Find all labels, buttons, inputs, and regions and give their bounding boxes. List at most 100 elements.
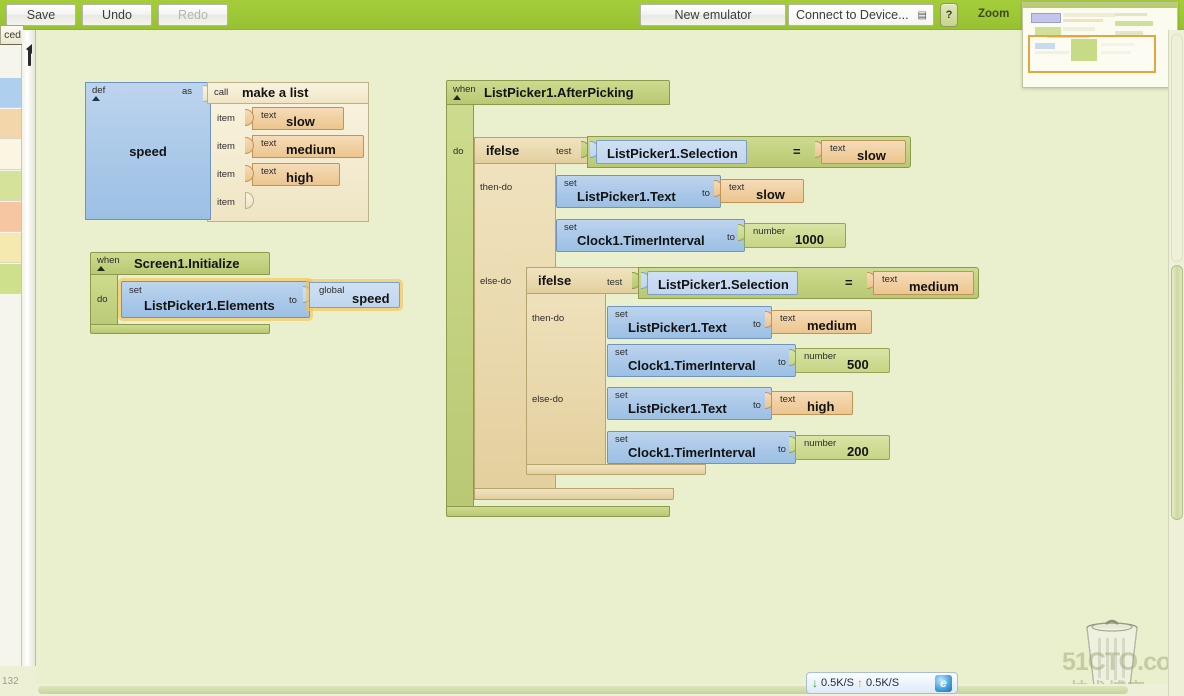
text-block-high-value[interactable]: text high (771, 391, 853, 415)
palette-swatch-1[interactable] (0, 109, 21, 139)
collapse-triangle-icon[interactable] (92, 96, 100, 101)
save-button[interactable]: Save (6, 4, 76, 26)
text-block-slow-value[interactable]: text slow (720, 179, 804, 203)
text-block-medium-value[interactable]: text medium (771, 310, 872, 334)
download-arrow-icon: ↓ (812, 676, 818, 690)
equals-operator: = (793, 144, 801, 159)
text-value: slow (857, 148, 886, 163)
then-do-label-inner: then-do (532, 313, 565, 324)
vertical-scrollbar[interactable] (1168, 30, 1184, 696)
setter-clock-timerinterval-200[interactable]: set Clock1.TimerInterval to (607, 431, 796, 464)
text-type-label: text (780, 313, 796, 324)
horizontal-scrollbar[interactable] (36, 684, 1168, 696)
global-label: global (319, 285, 345, 296)
vertical-scrollbar-track[interactable] (1171, 34, 1183, 262)
block-def-speed[interactable]: def as speed call make a list item text … (85, 82, 370, 222)
setter-listpicker-elements[interactable]: set ListPicker1.Elements to (121, 281, 310, 318)
set-label: set (615, 434, 628, 445)
item-label-0: item (217, 113, 235, 124)
help-button[interactable]: ? (940, 3, 958, 27)
palette-strip (0, 30, 22, 666)
text-block-high[interactable]: text high (252, 163, 340, 186)
blocks-canvas[interactable]: def as speed call make a list item text … (36, 30, 1184, 696)
minimap-block-right-0 (1115, 13, 1147, 16)
do-label: do (97, 294, 108, 305)
text-type-label: text (261, 138, 277, 149)
as-label: as (182, 86, 193, 97)
getter-name: ListPicker1.Selection (658, 277, 789, 292)
collapse-triangle-icon[interactable] (97, 266, 105, 271)
palette-collapse-handle[interactable] (28, 48, 31, 66)
palette-swatch-4[interactable] (0, 202, 21, 232)
text-block-medium-compare[interactable]: text medium (873, 271, 974, 295)
text-type-label: text (882, 274, 898, 285)
app-root: Save Undo Redo New emulator Connect to D… (0, 0, 1184, 696)
palette-swatch-0[interactable] (0, 78, 21, 108)
ifelse-label: ifelse (486, 143, 520, 158)
to-label: to (753, 400, 761, 411)
to-label: to (778, 444, 786, 455)
text-value: slow (286, 114, 315, 129)
browser-icon[interactable]: e (935, 674, 952, 692)
set-label: set (564, 178, 577, 189)
horizontal-scrollbar-thumb[interactable] (38, 686, 1128, 694)
collapse-triangle-icon[interactable] (453, 95, 461, 100)
palette-swatch-5[interactable] (0, 233, 21, 263)
palette-tab-advanced[interactable]: ced (0, 25, 24, 45)
def-label: def (92, 85, 106, 96)
undo-button[interactable]: Undo (82, 4, 152, 26)
block-listpicker-afterpicking[interactable]: when ListPicker1.AfterPicking do ifelse … (446, 80, 991, 525)
getter-listpicker-selection-inner[interactable]: ListPicker1.Selection (647, 271, 798, 295)
getter-listpicker-selection-outer[interactable]: ListPicker1.Selection (596, 140, 747, 164)
setter-clock-timerinterval-500[interactable]: set Clock1.TimerInterval to (607, 344, 796, 377)
minimap-panel[interactable] (1022, 2, 1178, 88)
minimap-viewport-rect[interactable] (1028, 35, 1156, 73)
text-value: medium (909, 279, 959, 294)
then-do-label: then-do (480, 182, 513, 193)
new-emulator-button[interactable]: New emulator (640, 4, 786, 26)
redo-button[interactable]: Redo (158, 4, 228, 26)
setter-listpicker-text-high[interactable]: set ListPicker1.Text to (607, 387, 772, 420)
palette-swatch-3[interactable] (0, 171, 21, 201)
set-target: ListPicker1.Text (628, 320, 727, 335)
text-block-slow[interactable]: text slow (252, 107, 344, 130)
set-label: set (129, 285, 142, 296)
connect-to-device-dropdown[interactable]: Connect to Device... ▤ (788, 4, 934, 26)
else-do-label-inner: else-do (532, 394, 564, 405)
global-getter-speed[interactable]: global speed (309, 282, 400, 308)
text-block-medium[interactable]: text medium (252, 135, 364, 158)
text-value: high (286, 170, 314, 185)
event-name: ListPicker1.AfterPicking (484, 85, 634, 100)
number-value: 200 (847, 444, 869, 459)
set-target: ListPicker1.Elements (144, 298, 275, 313)
block-screen1-initialize[interactable]: when Screen1.Initialize do set ListPicke… (90, 252, 416, 340)
to-label: to (727, 232, 735, 243)
vertical-scrollbar-thumb[interactable] (1171, 265, 1183, 520)
number-block-1000[interactable]: number 1000 (744, 223, 846, 248)
text-type-label: text (830, 143, 846, 154)
number-type-label: number (753, 226, 786, 237)
number-block-500[interactable]: number 500 (795, 348, 890, 373)
palette-row-number: 132 (2, 676, 19, 687)
text-value: medium (807, 318, 857, 333)
trash-can-icon[interactable] (1081, 618, 1143, 690)
item-label-2: item (217, 169, 235, 180)
download-speed-value: 0.5K/S (821, 677, 855, 689)
number-value: 1000 (795, 232, 824, 247)
text-type-label: text (729, 182, 745, 193)
network-speed-widget[interactable]: ↓ 0.5K/S ↑ 0.5K/S e (806, 672, 958, 694)
set-target: Clock1.TimerInterval (628, 358, 756, 373)
text-type-label: text (261, 166, 277, 177)
palette-swatch-2[interactable] (0, 140, 21, 170)
minimap-block-item-0 (1063, 19, 1103, 22)
palette-swatch-6[interactable] (0, 264, 21, 294)
setter-clock-timerinterval-1000[interactable]: set Clock1.TimerInterval to (556, 219, 745, 252)
text-block-slow-compare[interactable]: text slow (821, 140, 906, 164)
global-name: speed (352, 291, 390, 306)
to-label: to (289, 295, 297, 306)
text-value: high (807, 399, 835, 414)
to-label: to (753, 319, 761, 330)
number-block-200[interactable]: number 200 (795, 435, 890, 460)
setter-listpicker-text-slow[interactable]: set ListPicker1.Text to (556, 175, 721, 208)
setter-listpicker-text-medium[interactable]: set ListPicker1.Text to (607, 306, 772, 339)
